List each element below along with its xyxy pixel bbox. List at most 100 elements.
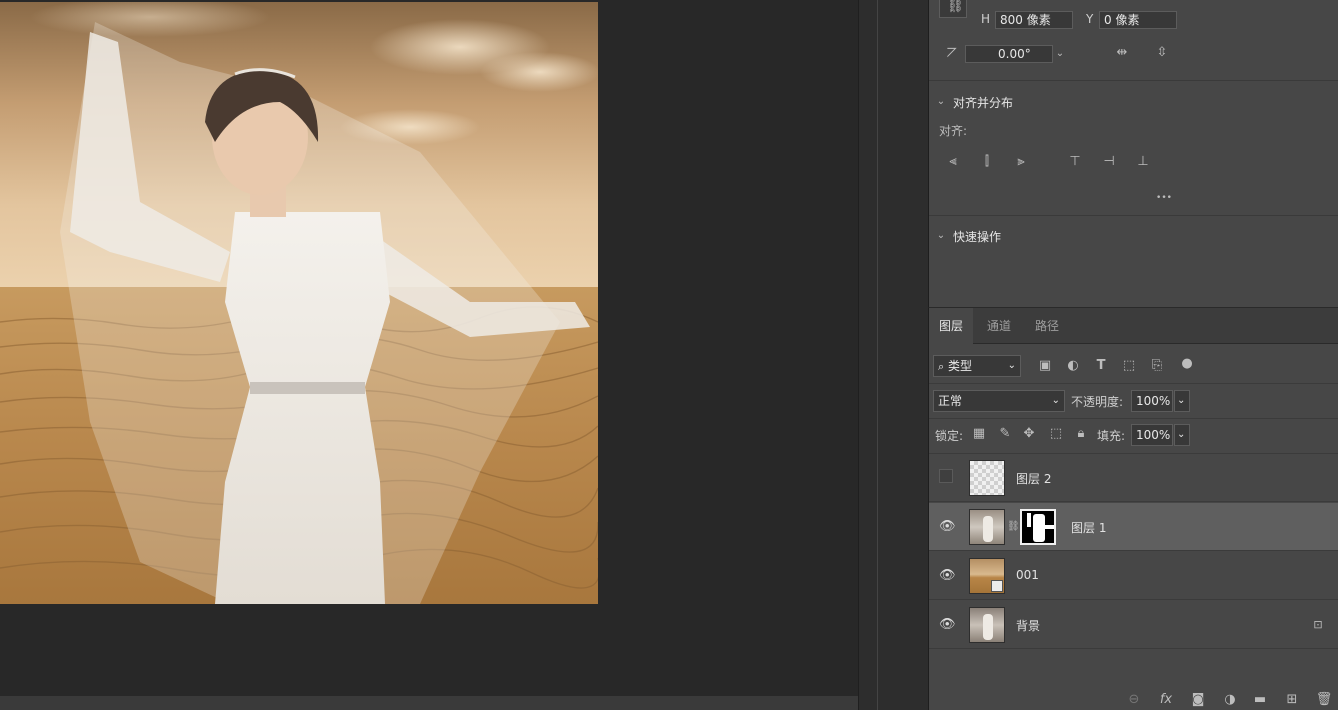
fill-dropdown[interactable]: ⌄ xyxy=(1174,424,1190,446)
adjustment-layer-icon[interactable]: ◑ xyxy=(1221,692,1239,708)
height-input[interactable]: 800 像素 xyxy=(995,11,1073,29)
link-dimensions-button[interactable]: ⛓ xyxy=(939,0,967,18)
type-filter-icon[interactable]: T xyxy=(1093,358,1109,374)
layer-thumbnail xyxy=(969,607,1005,643)
search-icon: ⌕ xyxy=(938,360,945,373)
document-image[interactable] xyxy=(0,2,598,604)
canvas-area[interactable] xyxy=(0,0,858,710)
flip-vertical-icon[interactable]: ⇳ xyxy=(1153,45,1171,61)
visibility-toggle[interactable] xyxy=(939,469,953,483)
bride-desert-composite xyxy=(0,2,598,604)
layer-filter-value: 类型 xyxy=(948,359,973,373)
align-h-center-icon[interactable]: ⫿ xyxy=(979,154,995,170)
divider xyxy=(929,215,1338,216)
layers-footer-toolbar: ⊖ fx ◙ ◑ ▬ ⊞ 🗑︎ xyxy=(929,688,1338,710)
layers-panel: 图层 通道 路径 ⌕ 类型 ⌄ ▣ ◐ T ⬚ ⎘ ● 正常 ⌄ 不透明度: 1… xyxy=(928,307,1338,710)
layer-thumbnail xyxy=(969,509,1005,545)
layer-row-001[interactable]: 👁︎ 001 xyxy=(929,552,1338,600)
layer-row-layer2[interactable]: 图层 2 xyxy=(929,454,1338,502)
flip-horizontal-icon[interactable]: ⇹ xyxy=(1112,45,1132,61)
align-v-center-icon[interactable]: ⊣ xyxy=(1101,154,1117,170)
tab-channels[interactable]: 通道 xyxy=(977,308,1021,344)
new-group-icon[interactable]: ▬ xyxy=(1251,692,1269,708)
fill-input[interactable]: 100% xyxy=(1131,424,1173,446)
blend-mode-value: 正常 xyxy=(938,394,963,408)
layer-filter-select[interactable]: ⌕ 类型 ⌄ xyxy=(933,355,1021,377)
angle-input[interactable]: 0.00° xyxy=(965,45,1053,63)
divider xyxy=(929,80,1338,81)
chevron-down-icon: ⌄ xyxy=(1177,395,1186,406)
layer-thumbnail xyxy=(969,558,1005,594)
lock-artboard-icon[interactable]: ⬚ xyxy=(1047,426,1065,442)
divider xyxy=(929,418,1338,419)
lock-label: 锁定: xyxy=(935,429,964,443)
fill-label: 填充: xyxy=(1097,429,1126,443)
align-top-icon[interactable]: ⊤ xyxy=(1067,154,1083,170)
tab-paths[interactable]: 路径 xyxy=(1025,308,1069,344)
layer-name[interactable]: 图层 2 xyxy=(1016,470,1051,487)
layer-row-layer1[interactable]: 👁︎ ⛓ 图层 1 xyxy=(929,503,1338,551)
link-icon: ⛓ xyxy=(947,0,964,14)
lock-all-icon[interactable]: 🔒︎ xyxy=(1073,426,1089,442)
lock-position-icon[interactable]: ✥ xyxy=(1021,426,1037,442)
blend-mode-select[interactable]: 正常 ⌄ xyxy=(933,390,1065,412)
align-left-icon[interactable]: ⫷ xyxy=(945,154,961,170)
figure-shape xyxy=(983,614,993,640)
opacity-label: 不透明度: xyxy=(1071,395,1124,409)
layer-thumbnail xyxy=(969,460,1005,496)
height-label: H xyxy=(981,12,991,26)
opacity-input[interactable]: 100% xyxy=(1131,390,1173,412)
more-options-icon[interactable]: ••• xyxy=(1151,190,1177,206)
lock-icon: ⊡ xyxy=(1313,618,1323,631)
smart-object-filter-icon[interactable]: ⎘ xyxy=(1149,358,1165,374)
panel-dock-gutter xyxy=(858,0,928,710)
lock-transparent-icon[interactable]: ▦ xyxy=(971,426,987,442)
mask-shape xyxy=(1027,513,1031,527)
horizontal-scrollbar[interactable] xyxy=(0,696,858,710)
chevron-down-icon[interactable]: ⌄ xyxy=(1053,46,1067,62)
mask-shape xyxy=(1044,525,1054,529)
tab-layers[interactable]: 图层 xyxy=(929,308,974,344)
y-input[interactable]: 0 像素 xyxy=(1099,11,1177,29)
eye-icon[interactable]: 👁︎ xyxy=(939,519,956,535)
lock-image-brush-icon[interactable]: ✎ xyxy=(997,426,1013,442)
trash-icon[interactable]: 🗑︎ xyxy=(1315,692,1333,708)
properties-panel: ⛓ H 800 像素 Y 0 像素 ⦢ 0.00° ⌄ ⇹ ⇳ ⌄ 对齐并分布 … xyxy=(928,0,1338,307)
quick-actions-title: 快速操作 xyxy=(953,230,1002,244)
chevron-down-icon: ⌄ xyxy=(1007,360,1016,371)
fx-icon[interactable]: fx xyxy=(1157,692,1175,708)
layer-mask-thumbnail[interactable] xyxy=(1020,509,1056,545)
collapse-chevron-icon[interactable]: ⌄ xyxy=(935,94,947,110)
layer-row-background[interactable]: 👁︎ 背景 ⊡ xyxy=(929,601,1338,649)
layers-tabbar: 图层 通道 路径 xyxy=(929,308,1338,344)
chevron-down-icon: ⌄ xyxy=(1177,429,1186,440)
collapse-chevron-icon[interactable]: ⌄ xyxy=(935,228,947,244)
adjustment-filter-icon[interactable]: ◐ xyxy=(1065,358,1081,374)
eye-icon[interactable]: 👁︎ xyxy=(939,568,956,584)
opacity-dropdown[interactable]: ⌄ xyxy=(1174,390,1190,412)
new-layer-icon[interactable]: ⊞ xyxy=(1283,692,1301,708)
y-label: Y xyxy=(1086,12,1094,26)
align-right-icon[interactable]: ⫸ xyxy=(1013,154,1029,170)
pixel-filter-icon[interactable]: ▣ xyxy=(1037,358,1053,374)
shape-filter-icon[interactable]: ⬚ xyxy=(1121,358,1137,374)
align-label: 对齐: xyxy=(939,124,968,138)
link-layers-icon[interactable]: ⊖ xyxy=(1125,692,1143,708)
figure-shape xyxy=(983,516,993,542)
align-section-title: 对齐并分布 xyxy=(953,96,1014,110)
add-mask-icon[interactable]: ◙ xyxy=(1189,692,1207,708)
angle-value: 0.00° xyxy=(998,47,1031,61)
divider xyxy=(929,383,1338,384)
photoshop-window: ⛓ H 800 像素 Y 0 像素 ⦢ 0.00° ⌄ ⇹ ⇳ ⌄ 对齐并分布 … xyxy=(0,0,1338,710)
smart-object-icon xyxy=(991,580,1003,592)
chevron-down-icon: ⌄ xyxy=(1051,395,1060,406)
layer-name[interactable]: 001 xyxy=(1016,568,1039,582)
layer-name[interactable]: 背景 xyxy=(1016,617,1040,634)
mask-link-icon[interactable]: ⛓ xyxy=(1007,519,1020,535)
eye-icon[interactable]: 👁︎ xyxy=(939,617,956,633)
align-bottom-icon[interactable]: ⊥ xyxy=(1135,154,1151,170)
angle-icon: ⦢ xyxy=(947,46,957,61)
layer-name[interactable]: 图层 1 xyxy=(1071,519,1106,536)
gutter-divider xyxy=(877,0,878,710)
filter-toggle-icon[interactable]: ● xyxy=(1181,356,1193,372)
